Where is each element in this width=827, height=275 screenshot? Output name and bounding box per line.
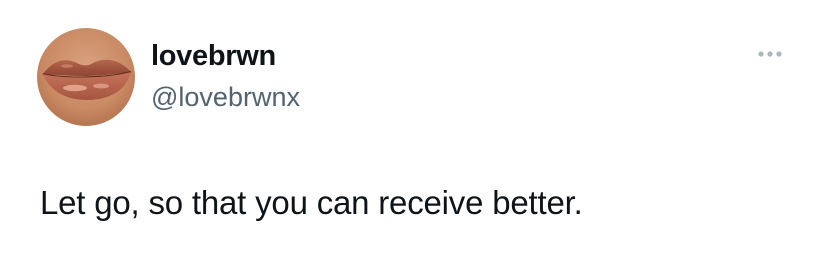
tweet-card: lovebrwn @lovebrwnx Let go, so that you …	[0, 0, 827, 275]
more-options-button[interactable]	[752, 44, 788, 64]
author-handle[interactable]: @lovebrwnx	[151, 80, 300, 114]
more-horizontal-icon	[758, 51, 782, 57]
lips-avatar-icon	[37, 28, 135, 126]
avatar[interactable]	[37, 28, 135, 126]
tweet-text: Let go, so that you can receive better.	[40, 184, 583, 221]
author-display-name[interactable]: lovebrwn	[151, 38, 276, 74]
